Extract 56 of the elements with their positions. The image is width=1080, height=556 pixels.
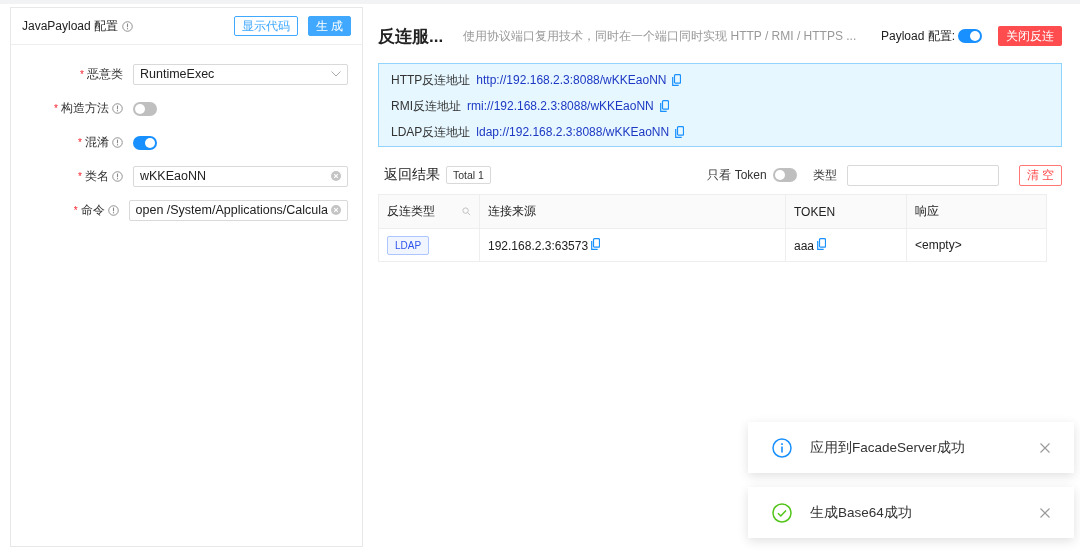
table-cell: aaa bbox=[794, 238, 815, 253]
info-icon bbox=[122, 20, 134, 32]
address-label: HTTP反连地址 bbox=[391, 71, 471, 89]
copy-icon[interactable] bbox=[659, 100, 669, 112]
address-label: LDAP反连地址 bbox=[391, 123, 471, 141]
address-link[interactable]: ldap://192.168.2.3:8088/wKKEaoNN bbox=[476, 125, 670, 139]
required-mark: * bbox=[73, 204, 78, 216]
close-icon[interactable] bbox=[1040, 442, 1050, 453]
toggle-switch[interactable] bbox=[958, 29, 982, 43]
table-cell: 192.168.2.3:63573 bbox=[488, 238, 589, 253]
description-text: 使用协议端口复用技术，同时在一个端口同时实现 HTTP / RMI / HTTPS ... bbox=[463, 27, 858, 45]
type-field[interactable] bbox=[846, 164, 999, 186]
required-mark: * bbox=[80, 68, 84, 80]
column-header: 反连类型 bbox=[378, 194, 480, 229]
chevron-down-icon bbox=[331, 71, 341, 77]
type-tag: LDAP bbox=[387, 235, 430, 255]
table-cell: <empty> bbox=[906, 228, 1047, 262]
field-label: 混淆 bbox=[85, 133, 109, 151]
clear-icon[interactable] bbox=[331, 171, 341, 181]
close-icon[interactable] bbox=[1040, 507, 1050, 518]
switch-label: 只看 Token bbox=[707, 166, 767, 184]
copy-icon[interactable] bbox=[817, 237, 827, 250]
select-field[interactable]: RuntimeExec bbox=[133, 63, 348, 85]
field-label: 恶意类 bbox=[87, 65, 123, 83]
field-label: 类型 bbox=[812, 166, 837, 184]
section-title: 返回结果 bbox=[384, 166, 440, 184]
copy-icon[interactable] bbox=[591, 237, 601, 250]
required-mark: * bbox=[78, 170, 82, 182]
search-icon[interactable] bbox=[462, 207, 471, 216]
toggle-switch[interactable] bbox=[133, 101, 157, 116]
field-label: 命令 bbox=[80, 201, 105, 219]
address-label: RMI反连地址 bbox=[391, 97, 461, 115]
address-link[interactable]: rmi://192.168.2.3:8088/wKKEaoNN bbox=[467, 99, 654, 113]
info-icon bbox=[772, 437, 792, 458]
required-mark: * bbox=[54, 102, 58, 114]
panel-title: 反连服... bbox=[378, 25, 444, 48]
toggle-switch[interactable] bbox=[772, 168, 797, 182]
total-badge: Total 1 bbox=[446, 166, 491, 184]
notification-message: 生成Base64成功 bbox=[810, 503, 913, 522]
check-circle-icon bbox=[772, 502, 792, 523]
column-header: 响应 bbox=[906, 194, 1047, 229]
address-link[interactable]: http://192.168.2.3:8088/wKKEaoNN bbox=[476, 73, 667, 87]
clear-icon[interactable] bbox=[331, 205, 341, 215]
required-mark: * bbox=[78, 136, 82, 148]
panel-title: JavaPayload 配置 bbox=[22, 17, 119, 35]
input-field[interactable]: wKKEaoNN bbox=[133, 165, 348, 187]
input-field[interactable]: open /System/Applications/Calcula bbox=[128, 199, 348, 221]
column-header: TOKEN bbox=[785, 194, 907, 229]
copy-icon[interactable] bbox=[675, 126, 685, 138]
notification-message: 应用到FacadeServer成功 bbox=[810, 438, 966, 457]
field-label: 类名 bbox=[85, 167, 109, 185]
switch-label: Payload 配置: bbox=[880, 27, 955, 45]
column-header: 连接来源 bbox=[479, 194, 786, 229]
field-label: 构造方法 bbox=[61, 99, 109, 117]
toggle-switch[interactable] bbox=[133, 135, 157, 150]
copy-icon[interactable] bbox=[672, 74, 682, 86]
